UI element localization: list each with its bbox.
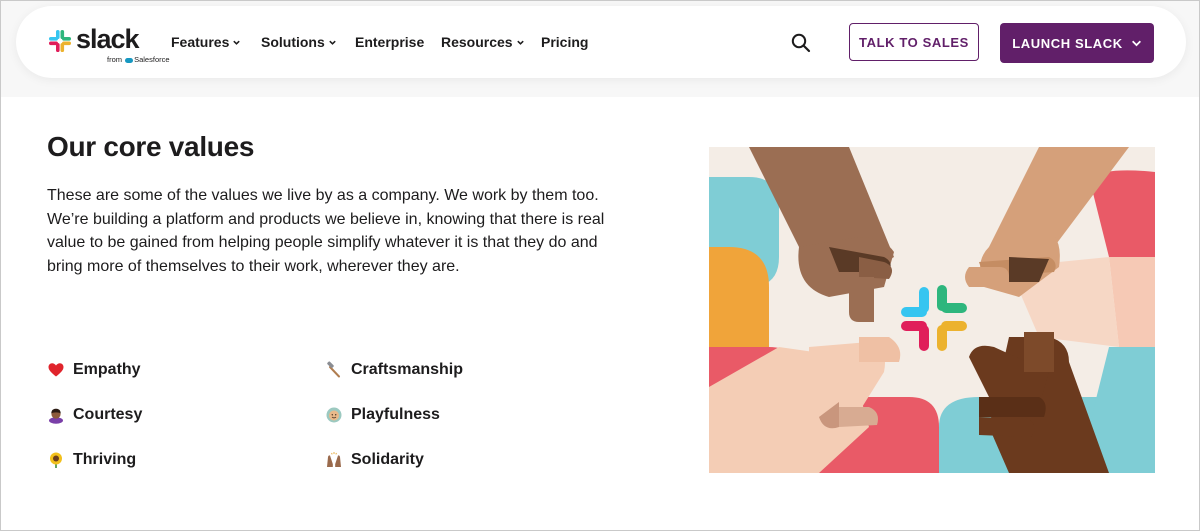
chevron-down-icon bbox=[1131, 40, 1141, 46]
value-thriving: Thriving bbox=[47, 451, 136, 469]
nav-resources-label: Resources bbox=[441, 34, 513, 50]
chevron-down-icon bbox=[329, 40, 336, 45]
raised-hands-icon bbox=[327, 452, 341, 467]
salesforce-cloud-icon bbox=[125, 57, 134, 63]
search-icon[interactable] bbox=[790, 32, 812, 54]
value-empathy-label: Empathy bbox=[73, 361, 141, 378]
value-craftsmanship-label: Craftsmanship bbox=[351, 361, 464, 378]
smiling-face-icon bbox=[326, 407, 342, 423]
from-salesforce-tagline: from Salesforce bbox=[107, 55, 170, 64]
nav-solutions-label: Solutions bbox=[261, 34, 325, 50]
value-thriving-label: Thriving bbox=[73, 451, 137, 468]
from-text: from bbox=[107, 55, 122, 64]
heart-icon bbox=[48, 363, 64, 377]
person-bowing-icon bbox=[49, 408, 63, 424]
salesforce-text: Salesforce bbox=[134, 55, 170, 64]
core-values-description: These are some of the values we live by … bbox=[47, 187, 605, 275]
chevron-down-icon bbox=[516, 40, 524, 45]
hands-assembling-slack-logo-illustration bbox=[709, 147, 1155, 473]
nav-features-label: Features bbox=[171, 34, 230, 50]
nav-pricing[interactable]: Pricing bbox=[541, 34, 588, 50]
value-courtesy: Courtesy bbox=[47, 406, 142, 424]
browser-frame: slack from Salesforce Features Solutions… bbox=[0, 0, 1200, 531]
core-values-heading: Our core values bbox=[47, 131, 255, 162]
launch-slack-label: LAUNCH SLACK bbox=[1012, 35, 1123, 51]
talk-to-sales-button[interactable]: TALK TO SALES bbox=[849, 23, 979, 61]
top-navigation-bar: slack from Salesforce Features Solutions… bbox=[16, 6, 1186, 78]
value-courtesy-label: Courtesy bbox=[73, 406, 143, 423]
launch-slack-button[interactable]: LAUNCH SLACK bbox=[1000, 23, 1154, 63]
hammer-icon bbox=[327, 361, 340, 378]
nav-solutions[interactable]: Solutions bbox=[261, 34, 337, 50]
slack-hash-logo-icon bbox=[49, 30, 71, 52]
nav-enterprise[interactable]: Enterprise bbox=[355, 34, 424, 50]
value-solidarity-label: Solidarity bbox=[351, 451, 424, 468]
sunflower-icon bbox=[50, 452, 62, 468]
chevron-down-icon bbox=[233, 40, 241, 45]
talk-to-sales-label: TALK TO SALES bbox=[859, 34, 969, 50]
value-playfulness-label: Playfulness bbox=[351, 406, 440, 423]
value-playfulness: Playfulness bbox=[325, 406, 440, 424]
nav-resources[interactable]: Resources bbox=[441, 34, 525, 50]
value-craftsmanship: Craftsmanship bbox=[325, 361, 463, 379]
value-solidarity: Solidarity bbox=[325, 451, 424, 469]
nav-enterprise-label: Enterprise bbox=[355, 34, 425, 50]
value-empathy: Empathy bbox=[47, 361, 141, 379]
nav-features[interactable]: Features bbox=[171, 34, 241, 50]
slack-logo[interactable]: slack from Salesforce bbox=[47, 24, 170, 68]
slack-wordmark: slack bbox=[76, 24, 140, 54]
nav-pricing-label: Pricing bbox=[541, 34, 589, 50]
